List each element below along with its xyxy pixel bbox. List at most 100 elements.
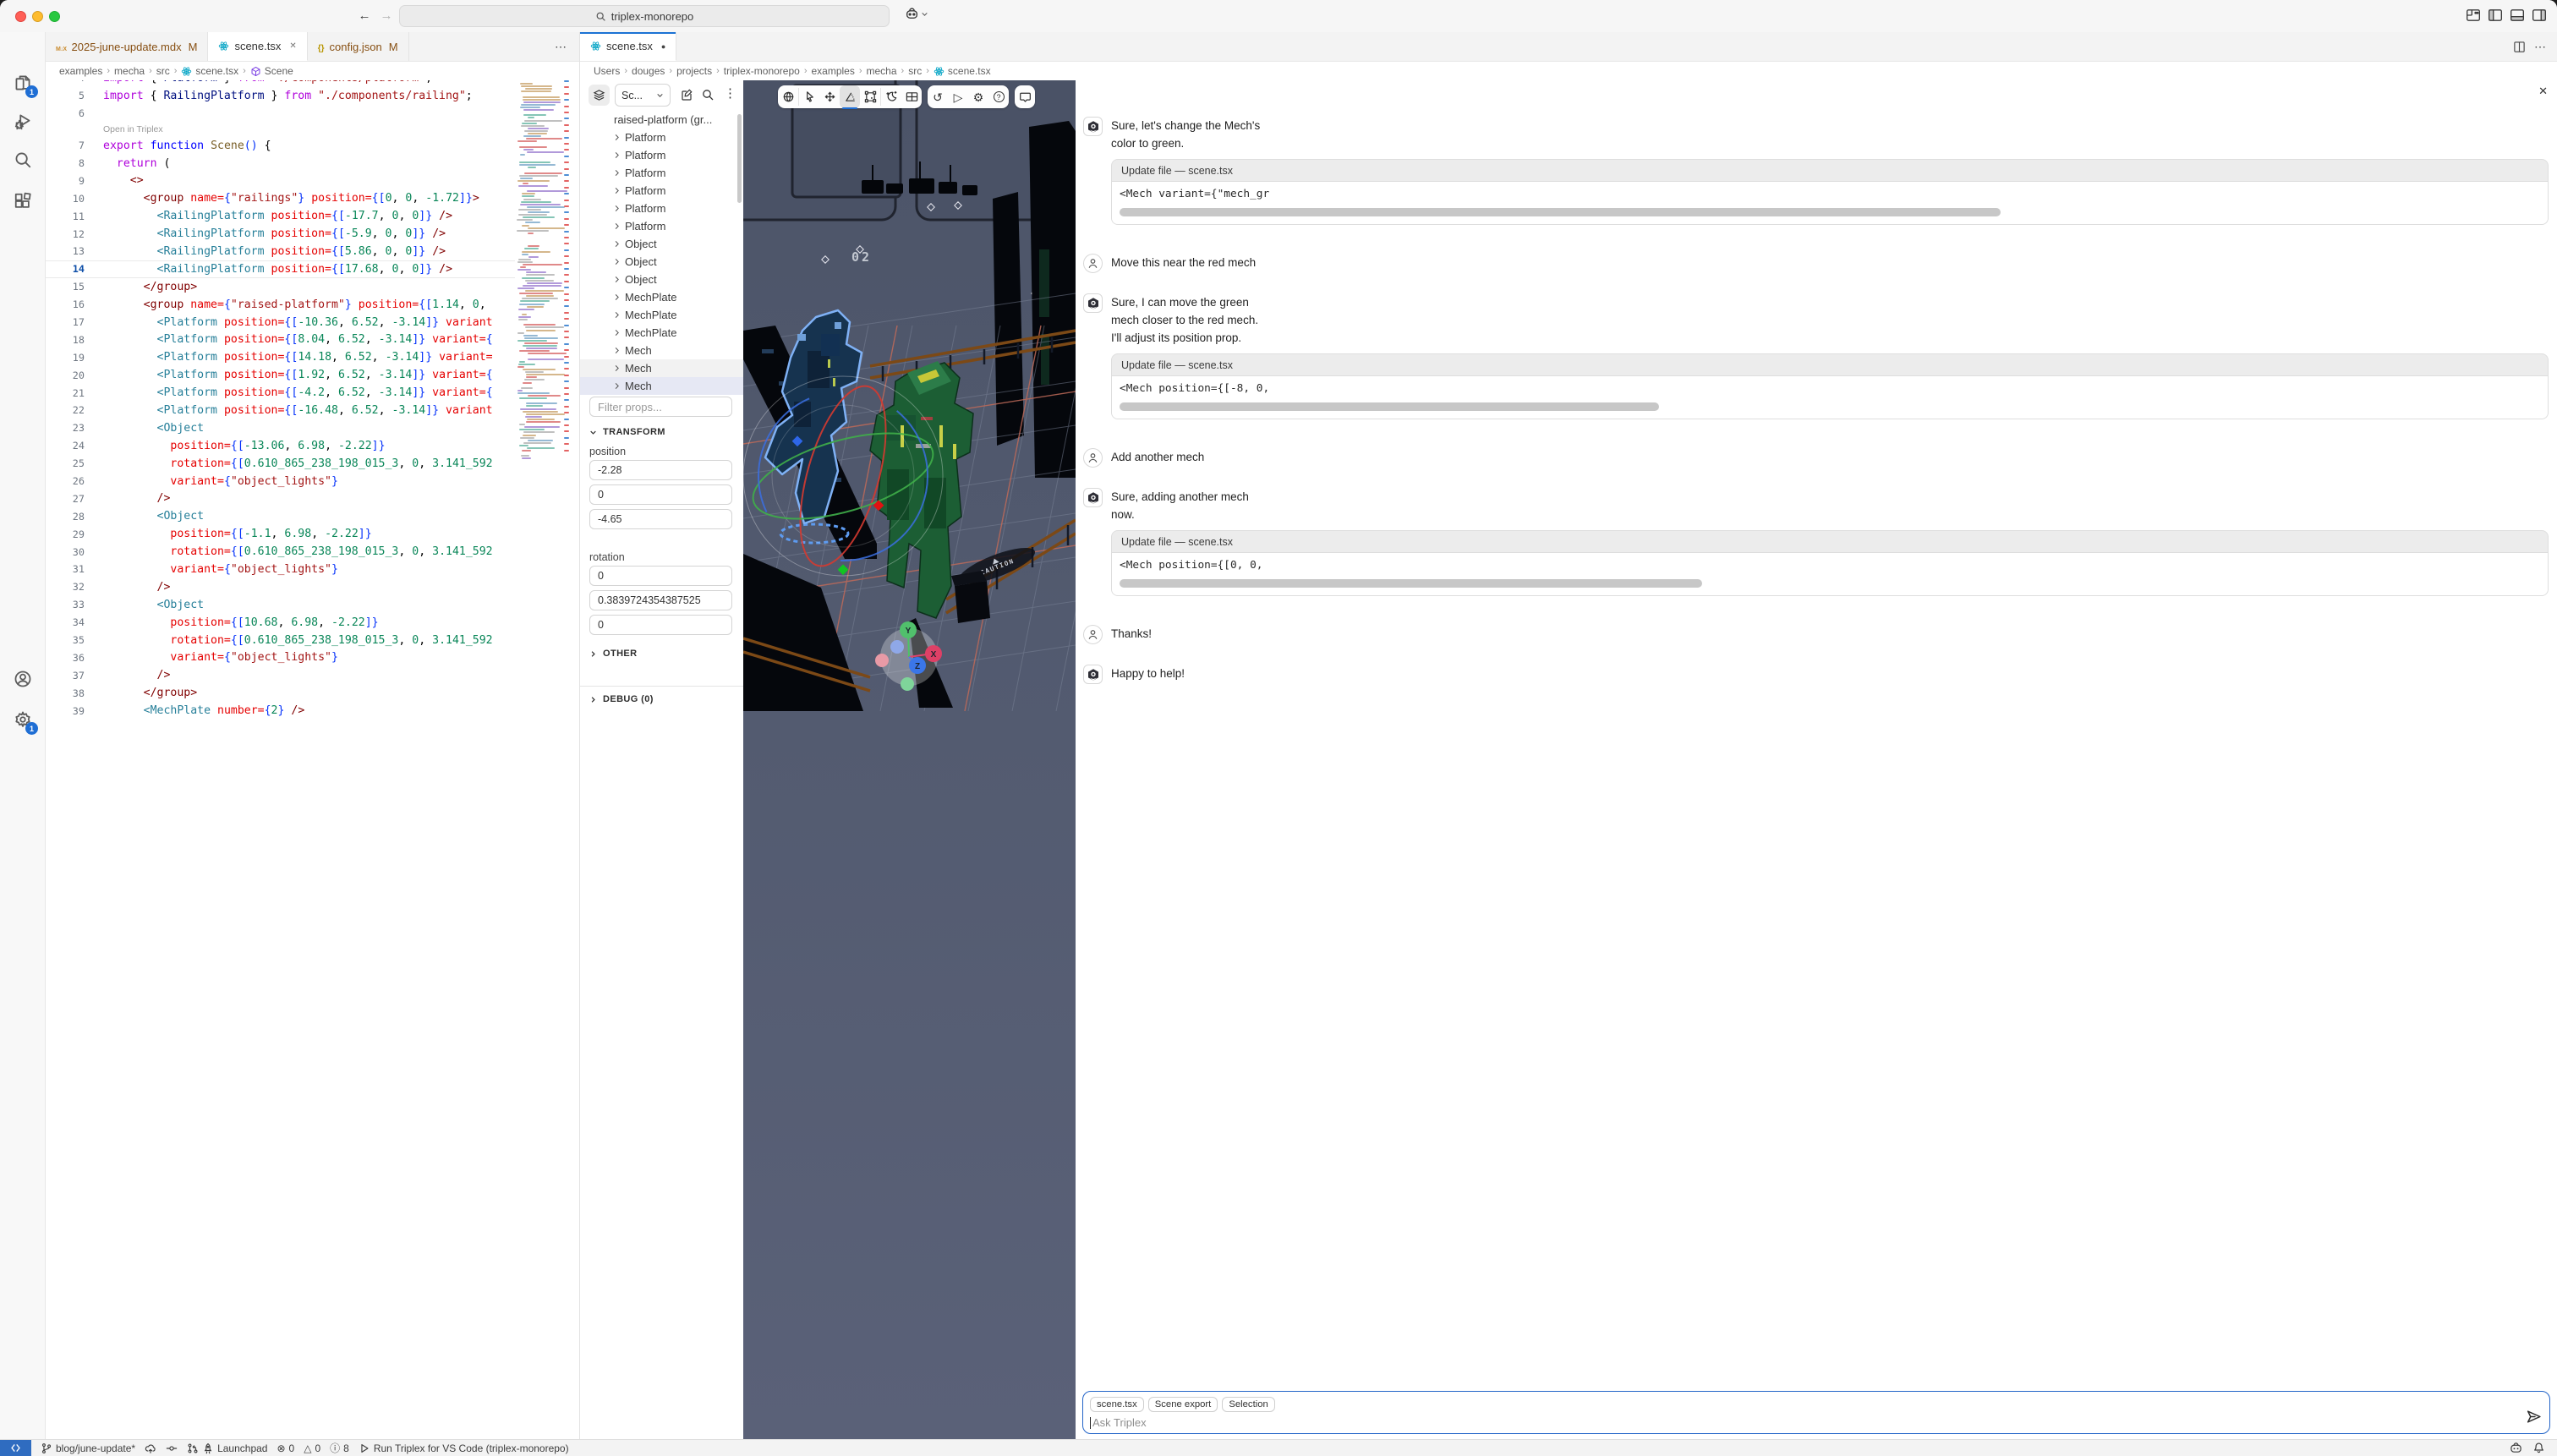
breadcrumb[interactable]: examples › mecha › src › scene.tsx › Scene	[46, 62, 579, 80]
context-chip-scene-tsx[interactable]: scene.tsx	[1090, 1397, 1144, 1412]
filter-props-input[interactable]	[589, 397, 732, 417]
status-item-8[interactable]: ⓘ 8	[330, 1441, 349, 1455]
rotation-x-input[interactable]	[589, 566, 732, 586]
minimize-window-button[interactable]	[32, 10, 43, 22]
breadcrumb-item[interactable]: examples	[59, 65, 102, 77]
tree-item-platform[interactable]: Platform	[580, 164, 743, 182]
chat-messages[interactable]: Sure, let's change the Mech's color to g…	[1076, 80, 2557, 1439]
toggle-secondary-sidebar-icon[interactable]	[2532, 8, 2547, 23]
tree-item-platform[interactable]: Platform	[580, 200, 743, 217]
breadcrumb-item[interactable]: mecha	[867, 65, 897, 77]
update-file-card[interactable]: Update file — scene.tsx <Mech position={[…	[1111, 353, 2549, 419]
chevron-right-icon[interactable]	[613, 240, 625, 248]
more-actions-icon[interactable]: ⋯	[2534, 40, 2547, 54]
status-item-0[interactable]: △ 0	[304, 1442, 320, 1454]
transform-section-header[interactable]: TRANSFORM	[589, 427, 665, 437]
activity-item-files[interactable]: 1	[0, 66, 46, 100]
breadcrumb-item[interactable]: Users	[594, 65, 620, 77]
frames-tool-button[interactable]	[901, 85, 922, 108]
position-y-input[interactable]	[589, 484, 732, 505]
back-button[interactable]: ←	[355, 7, 374, 25]
tree-item-platform[interactable]: Platform	[580, 217, 743, 235]
code-editor[interactable]: 4import { Platform } from "./components/…	[46, 80, 579, 1439]
tree-item-platform[interactable]: Platform	[580, 129, 743, 146]
customize-layout-icon[interactable]	[2466, 8, 2481, 23]
scale-tool-button[interactable]	[860, 85, 880, 108]
status-item-run[interactable]: Run Triplex for VS Code (triplex-monorep…	[359, 1442, 569, 1454]
layers-button[interactable]	[589, 85, 610, 106]
tree-item-platform[interactable]: Platform	[580, 182, 743, 200]
undo-tool-button[interactable]: ↺	[928, 85, 948, 108]
other-section-header[interactable]: OTHER	[589, 649, 638, 659]
code-lens[interactable]: Open in Triplex	[46, 123, 515, 137]
tree-item-object[interactable]: Object	[580, 271, 743, 288]
update-file-card[interactable]: Update file — scene.tsx <Mech position={[…	[1111, 530, 2549, 596]
tree-item-mechplate[interactable]: MechPlate	[580, 324, 743, 342]
chevron-right-icon[interactable]	[613, 382, 625, 390]
gear-tool-button[interactable]: ⚙	[968, 85, 988, 108]
activity-item-account[interactable]	[0, 662, 46, 696]
breadcrumb-item[interactable]: scene.tsx	[181, 65, 238, 77]
rotate-tool-button[interactable]	[840, 85, 860, 109]
comment-tool-button[interactable]	[1015, 85, 1035, 108]
context-chip-scene-export[interactable]: Scene export	[1147, 1397, 1218, 1412]
breadcrumb[interactable]: Users › douges › projects › triplex-monorepo › e…	[580, 62, 2557, 80]
breadcrumb-item[interactable]: mecha	[114, 65, 145, 77]
minimap[interactable]	[515, 80, 572, 1439]
position-z-input[interactable]	[589, 509, 732, 529]
chevron-right-icon[interactable]	[613, 311, 625, 319]
bell-icon[interactable]	[2532, 1442, 2545, 1454]
cursor-tool-button[interactable]	[799, 85, 819, 108]
more-tabs-icon[interactable]: ⋯	[543, 40, 579, 54]
close-icon[interactable]: ✕	[2538, 85, 2548, 98]
rotation-z-input[interactable]	[589, 615, 732, 635]
chevron-right-icon[interactable]	[613, 151, 625, 159]
dirty-indicator[interactable]: ●	[661, 42, 665, 51]
tree-item-object[interactable]: Object	[580, 235, 743, 253]
forward-button[interactable]: →	[377, 7, 396, 25]
tab-2025-june-update-mdx[interactable]: M↓X 2025-june-update.mdx M	[46, 32, 209, 61]
play-tool-button[interactable]: ▷	[948, 85, 968, 108]
command-center-search[interactable]: triplex-monorepo	[399, 5, 890, 27]
position-x-input[interactable]	[589, 460, 732, 480]
move-tool-button[interactable]	[819, 85, 840, 108]
breadcrumb-item[interactable]: src	[908, 65, 922, 77]
tree-item-mech[interactable]: Mech	[580, 342, 743, 359]
breadcrumb-item[interactable]: projects	[676, 65, 712, 77]
tab-scene-tsx-right[interactable]: scene.tsx ●	[580, 32, 677, 61]
tree-item-mechplate[interactable]: MechPlate	[580, 306, 743, 324]
update-file-card[interactable]: Update file — scene.tsx <Mech variant={"m…	[1111, 159, 2549, 225]
chevron-right-icon[interactable]	[613, 293, 625, 301]
status-item[interactable]	[145, 1442, 156, 1454]
tree-item-platform[interactable]: Platform	[580, 146, 743, 164]
chevron-right-icon[interactable]	[613, 169, 625, 177]
breadcrumb-item[interactable]: scene.tsx	[934, 65, 991, 77]
toggle-primary-sidebar-icon[interactable]	[2488, 8, 2503, 23]
breadcrumb-item[interactable]: Scene	[250, 65, 293, 77]
tab-scene-tsx[interactable]: scene.tsx ✕	[208, 32, 308, 61]
status-item-blog-june-update-[interactable]: blog/june-update*	[41, 1442, 135, 1454]
status-item-0[interactable]: ⊗ 0	[277, 1442, 294, 1454]
close-tab-icon[interactable]: ✕	[289, 41, 296, 51]
search-scene-icon[interactable]	[701, 88, 715, 106]
chat-input-box[interactable]: scene.tsx Scene export Selection Ask Tripl…	[1082, 1391, 2550, 1434]
chevron-right-icon[interactable]	[613, 222, 625, 230]
tree-item-mechplate[interactable]: MechPlate	[580, 288, 743, 306]
activity-item-search[interactable]	[0, 143, 46, 177]
chevron-right-icon[interactable]	[613, 258, 625, 265]
edit-scene-icon[interactable]	[680, 88, 693, 106]
chevron-right-icon[interactable]	[613, 364, 625, 372]
chevron-right-icon[interactable]	[613, 134, 625, 141]
status-item[interactable]	[166, 1442, 178, 1454]
chevron-right-icon[interactable]	[613, 276, 625, 283]
scene-select-dropdown[interactable]: Sc...	[615, 84, 671, 107]
breadcrumb-item[interactable]: src	[156, 65, 170, 77]
tree-item-mech[interactable]: Mech	[580, 359, 743, 377]
toggle-panel-icon[interactable]	[2510, 8, 2525, 23]
rotation-y-input[interactable]	[589, 590, 732, 610]
chevron-right-icon[interactable]	[613, 329, 625, 337]
context-chip-selection[interactable]: Selection	[1222, 1397, 1275, 1412]
status-item-launchpad[interactable]: Launchpad	[187, 1442, 267, 1454]
3d-viewport[interactable]: ↺ ▷ ⚙? 02 CAUTION Y X Z	[743, 80, 1076, 1439]
tree-item-object[interactable]: Object	[580, 253, 743, 271]
